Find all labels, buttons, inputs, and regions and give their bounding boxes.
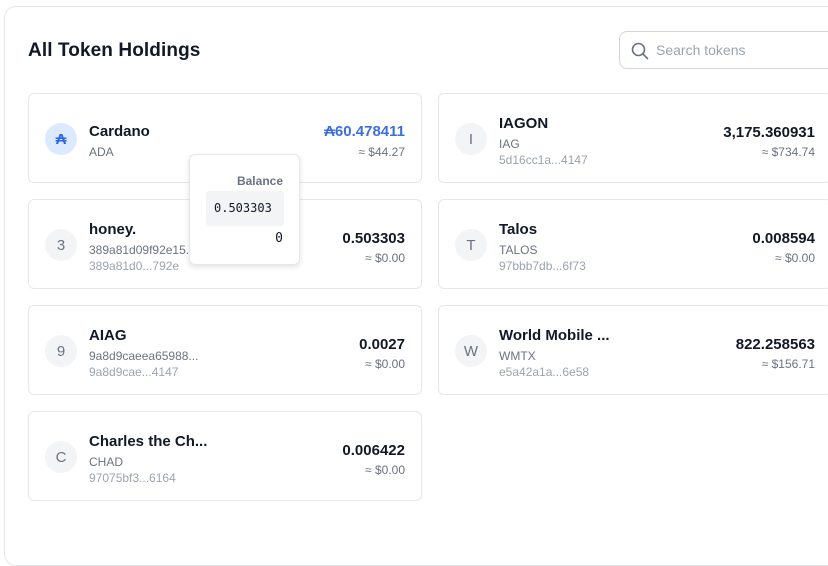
cardano-avatar-icon: ₳ <box>45 123 77 155</box>
token-ticker: 389a81d09f92e15... <box>89 243 196 257</box>
token-policy-id: 9a8d9cae...4147 <box>89 365 179 379</box>
token-name: Talos <box>499 221 538 238</box>
search-box[interactable] <box>619 31 828 69</box>
token-fiat-value: ≈ $0.00 <box>365 463 405 477</box>
token-amount: ₳60.478411 <box>324 123 405 140</box>
token-amount: 0.503303 <box>342 230 405 247</box>
tooltip-balance-value: 0.503303 <box>214 201 272 215</box>
tooltip-decimals-value: 0 <box>275 231 283 246</box>
token-card-iagon[interactable]: I IAGON IAG 5d16cc1a...4147 3,175.360931… <box>438 93 828 183</box>
token-fiat-value: ≈ $0.00 <box>775 251 815 265</box>
token-name: AIAG <box>89 327 127 344</box>
token-policy-id: 97bbb7db...6f73 <box>499 259 586 273</box>
token-card-aiag[interactable]: 9 AIAG 9a8d9caeea65988... 9a8d9cae...414… <box>28 305 422 395</box>
token-policy-id: e5a42a1a...6e58 <box>499 365 590 379</box>
token-avatar-icon: I <box>455 123 487 155</box>
token-avatar-icon: 3 <box>45 229 77 261</box>
token-ticker: CHAD <box>89 455 124 469</box>
token-amount: 0.006422 <box>342 442 405 459</box>
token-card-world-mobile[interactable]: W World Mobile ... WMTX e5a42a1a...6e58 … <box>438 305 828 395</box>
token-avatar-icon: C <box>45 441 77 473</box>
token-card-charles[interactable]: C Charles the Ch... CHAD 97075bf3...6164… <box>28 411 422 501</box>
token-fiat-value: ≈ $734.74 <box>761 145 815 159</box>
token-fiat-value: ≈ $156.71 <box>761 357 815 371</box>
token-name: IAGON <box>499 115 549 132</box>
page-title: All Token Holdings <box>28 40 201 61</box>
search-icon <box>631 42 649 60</box>
token-amount: 0.008594 <box>752 230 815 247</box>
token-card-talos[interactable]: T Talos TALOS 97bbb7db...6f73 0.008594 ≈… <box>438 199 828 289</box>
token-ticker: 9a8d9caeea65988... <box>89 349 199 363</box>
token-ticker: WMTX <box>499 349 536 363</box>
token-name: Cardano <box>89 123 150 140</box>
token-ticker: ADA <box>89 145 114 159</box>
token-amount: 3,175.360931 <box>723 124 815 141</box>
token-name: honey. <box>89 221 137 238</box>
token-ticker: IAG <box>499 137 520 151</box>
token-fiat-value: ≈ $44.27 <box>358 145 405 159</box>
token-avatar-icon: T <box>455 229 487 261</box>
token-avatar-icon: 9 <box>45 335 77 367</box>
token-name: World Mobile ... <box>499 327 610 344</box>
token-amount: 0.0027 <box>359 336 405 353</box>
search-input[interactable] <box>656 32 828 68</box>
token-name: Charles the Ch... <box>89 433 208 450</box>
token-avatar-icon: W <box>455 335 487 367</box>
token-ticker: TALOS <box>499 243 538 257</box>
balance-tooltip: Balance 0.503303 0 <box>189 154 300 265</box>
tooltip-title: Balance <box>236 174 283 188</box>
token-fiat-value: ≈ $0.00 <box>365 251 405 265</box>
token-amount: 822.258563 <box>735 336 815 353</box>
token-policy-id: 5d16cc1a...4147 <box>499 153 588 167</box>
token-policy-id: 97075bf3...6164 <box>89 471 176 485</box>
token-policy-id: 389a81d0...792e <box>89 259 180 273</box>
token-fiat-value: ≈ $0.00 <box>365 357 405 371</box>
